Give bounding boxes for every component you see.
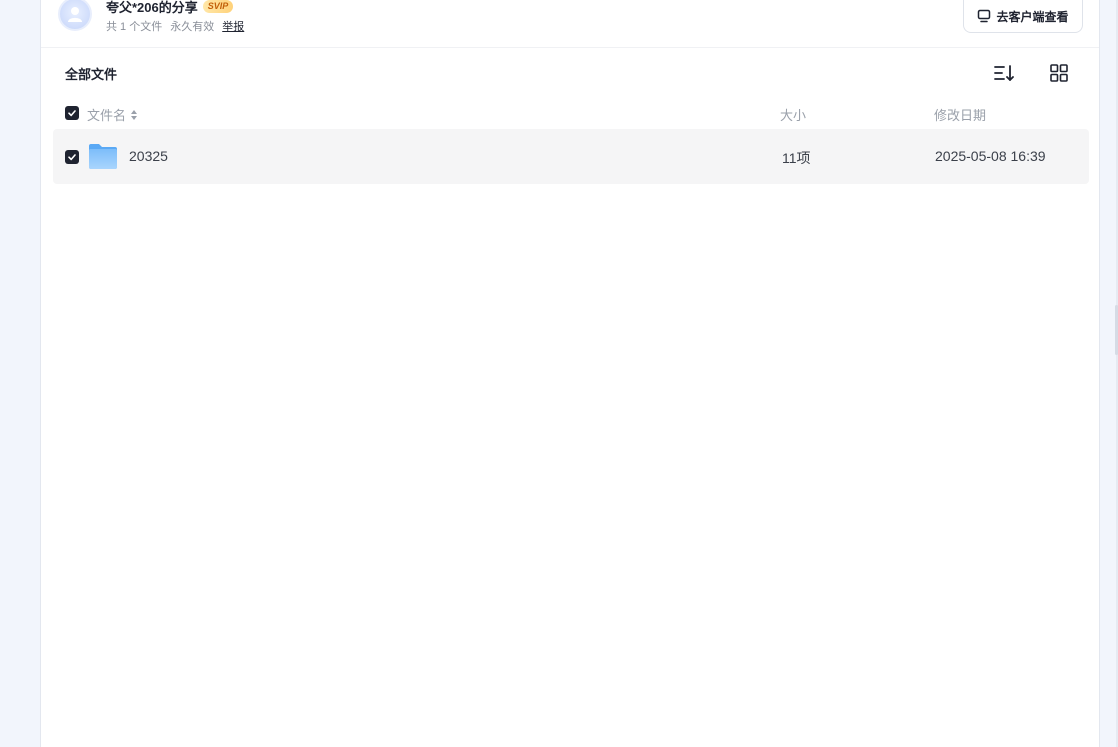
folder-icon — [88, 142, 118, 173]
column-name-label: 文件名 — [87, 108, 127, 123]
open-in-client-button[interactable]: 去客户端查看 — [963, 0, 1083, 33]
share-title: 夸父*206的分享 SVIP — [106, 0, 234, 16]
avatar — [58, 0, 92, 31]
validity: 永久有效 — [170, 21, 215, 33]
breadcrumb-all-files[interactable]: 全部文件 — [65, 64, 117, 83]
share-header: 夸父*206的分享 SVIP 共 1 个文件 永久有效 举报 去客户端查看 — [41, 0, 1099, 48]
scrollbar-track[interactable] — [1100, 0, 1118, 747]
check-icon — [68, 110, 76, 117]
sort-icon — [994, 65, 1014, 81]
select-all-checkbox[interactable] — [65, 106, 79, 120]
sort-button[interactable] — [993, 62, 1015, 84]
report-link[interactable]: 举报 — [222, 18, 244, 34]
table-header: 文件名 大小 修改日期 — [53, 100, 1089, 126]
sort-arrows-icon — [131, 109, 138, 120]
table-row[interactable]: 20325 11项 2025-05-08 16:39 — [53, 129, 1089, 184]
row-size: 11项 — [782, 150, 811, 166]
share-meta: 共 1 个文件 永久有效 举报 — [106, 18, 244, 34]
column-header-date: 修改日期 — [934, 108, 987, 123]
file-count: 共 1 个文件 — [106, 21, 163, 33]
row-name[interactable]: 20325 — [129, 148, 168, 164]
row-date: 2025-05-08 16:39 — [935, 148, 1046, 164]
check-icon — [68, 154, 76, 161]
user-icon — [68, 7, 82, 22]
share-owner: 夸父*206的分享 — [106, 0, 198, 15]
open-in-client-label: 去客户端查看 — [996, 9, 1069, 24]
monitor-icon — [978, 9, 991, 23]
column-header-name[interactable]: 文件名 — [87, 105, 138, 124]
grid-view-button[interactable] — [1048, 62, 1070, 84]
share-panel: 夸父*206的分享 SVIP 共 1 个文件 永久有效 举报 去客户端查看 全部… — [40, 0, 1100, 747]
svip-badge: SVIP — [202, 0, 234, 13]
grid-view-icon — [1050, 64, 1068, 82]
column-header-size: 大小 — [780, 108, 807, 123]
row-checkbox[interactable] — [65, 150, 79, 164]
